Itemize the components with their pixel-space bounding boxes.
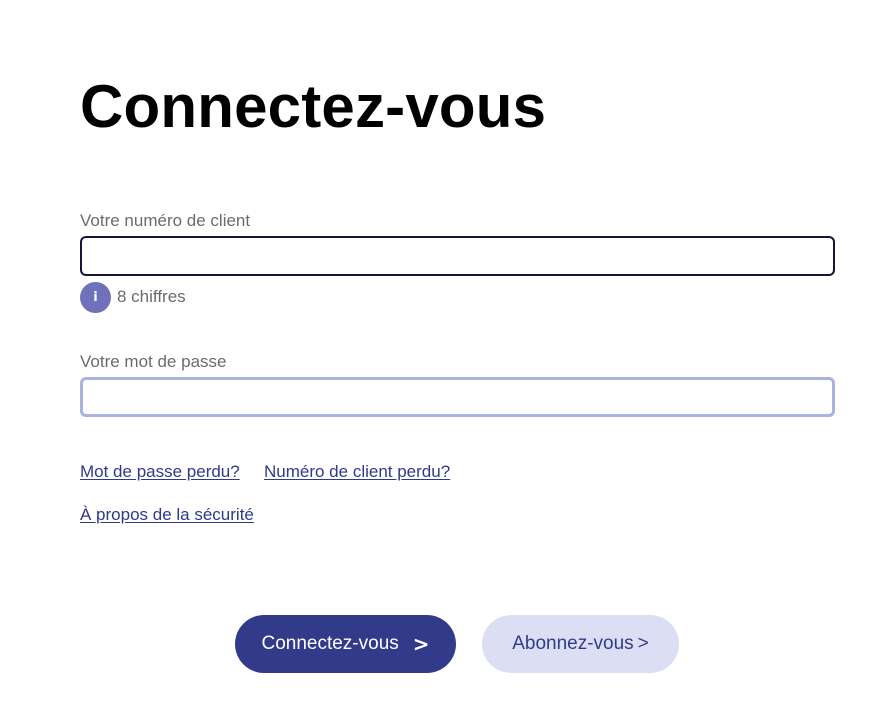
client-number-input[interactable] xyxy=(80,236,835,276)
password-label: Votre mot de passe xyxy=(80,352,227,371)
subscribe-button-label: Abonnez-vous xyxy=(512,633,634,654)
chevron-right-icon: > xyxy=(412,632,430,656)
page-title: Connectez-vous xyxy=(80,73,547,140)
client-number-label: Votre numéro de client xyxy=(80,211,251,230)
login-button-label: Connectez-vous xyxy=(261,633,399,654)
security-info-link[interactable]: À propos de la sécurité xyxy=(80,505,254,525)
login-button[interactable]: Connectez-vous > xyxy=(235,615,456,673)
chevron-right-icon: > xyxy=(637,633,649,654)
hint-text: 8 chiffres xyxy=(117,287,186,306)
password-input[interactable] xyxy=(80,377,835,417)
client-number-lost-link[interactable]: Numéro de client perdu? xyxy=(264,462,450,482)
client-number-hint: i 8 chiffres xyxy=(80,281,186,313)
info-icon: i xyxy=(80,281,111,313)
subscribe-button[interactable]: Abonnez-vous > xyxy=(482,615,679,673)
password-lost-link[interactable]: Mot de passe perdu? xyxy=(80,462,240,482)
